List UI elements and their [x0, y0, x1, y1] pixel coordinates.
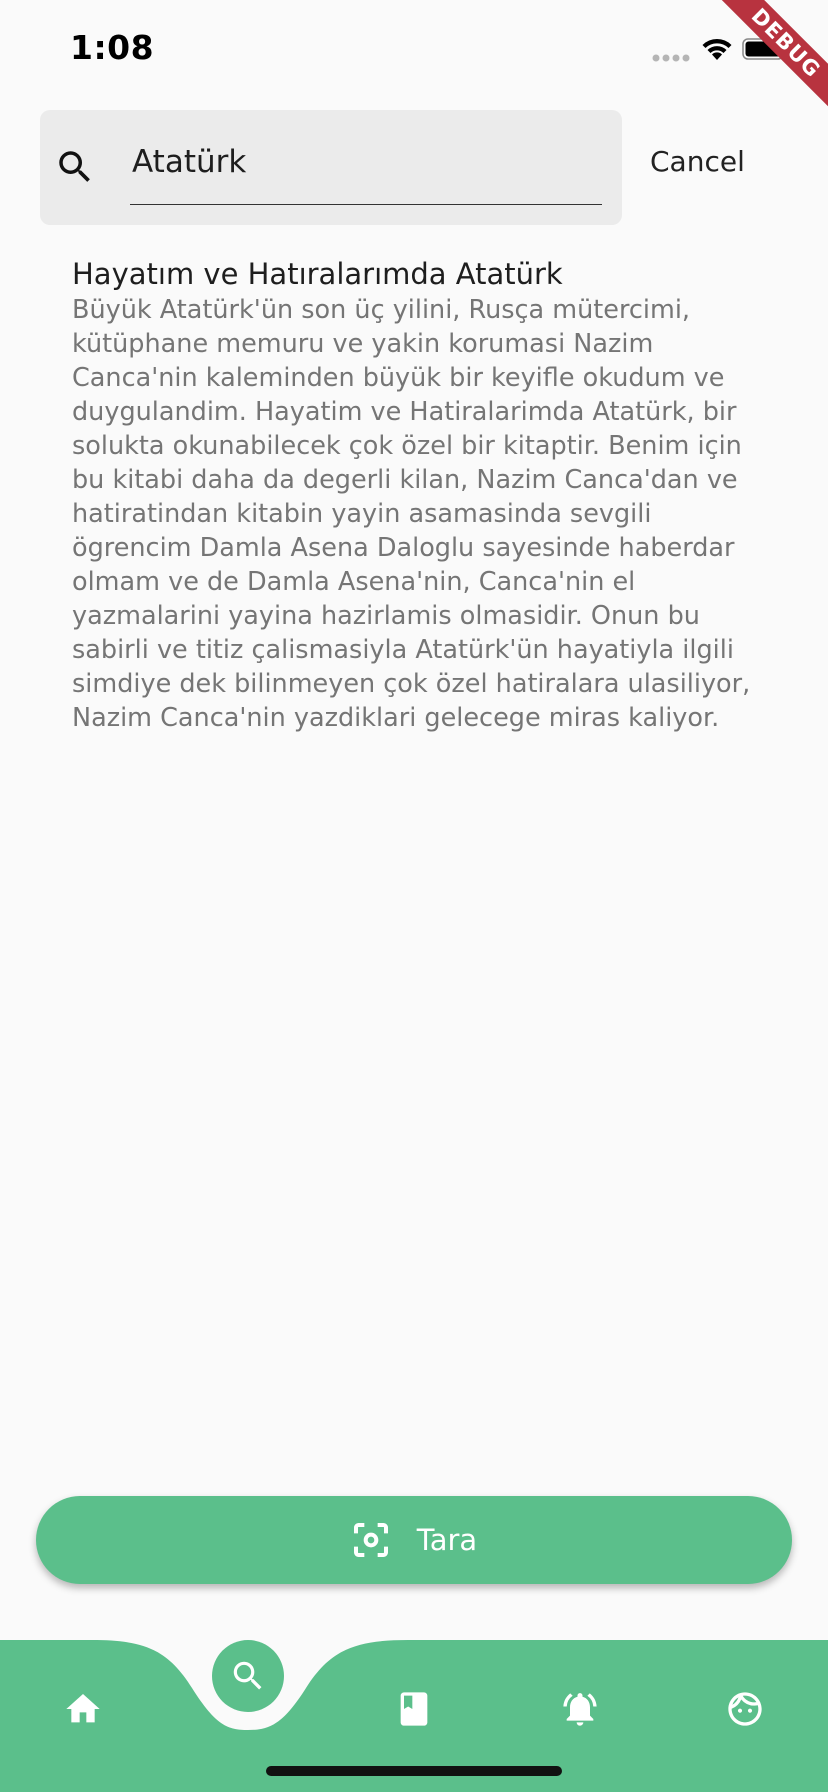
book-description: Büyük Atatürk'ün son üç yilini, Rusça mü…: [72, 295, 751, 733]
home-icon[interactable]: [63, 1689, 103, 1729]
cancel-button[interactable]: Cancel: [650, 145, 745, 178]
face-icon[interactable]: [725, 1689, 765, 1729]
search-icon: [233, 1661, 262, 1690]
search-input[interactable]: [130, 132, 602, 205]
search-bar: [40, 110, 622, 225]
book-title: Hayatım ve Hatıralarımda Atatürk: [72, 257, 563, 291]
status-time: 1:08: [70, 28, 155, 67]
scan-button-label: Tara: [416, 1523, 478, 1557]
scan-button[interactable]: Tara: [36, 1496, 792, 1584]
nav-search-button[interactable]: [212, 1640, 284, 1712]
debug-label: DEBUG: [711, 0, 828, 118]
debug-banner: DEBUG: [708, 0, 828, 120]
book-icon[interactable]: [394, 1689, 434, 1729]
cellular-signal-icon: [652, 54, 690, 62]
bell-icon[interactable]: [560, 1689, 600, 1729]
scan-icon: [353, 1523, 388, 1557]
status-bar: 1:08: [0, 0, 828, 100]
search-result-item[interactable]: Hayatım ve Hatıralarımda Atatürk Büyük A…: [72, 255, 762, 735]
home-indicator: [266, 1766, 562, 1776]
search-icon: [59, 151, 90, 182]
